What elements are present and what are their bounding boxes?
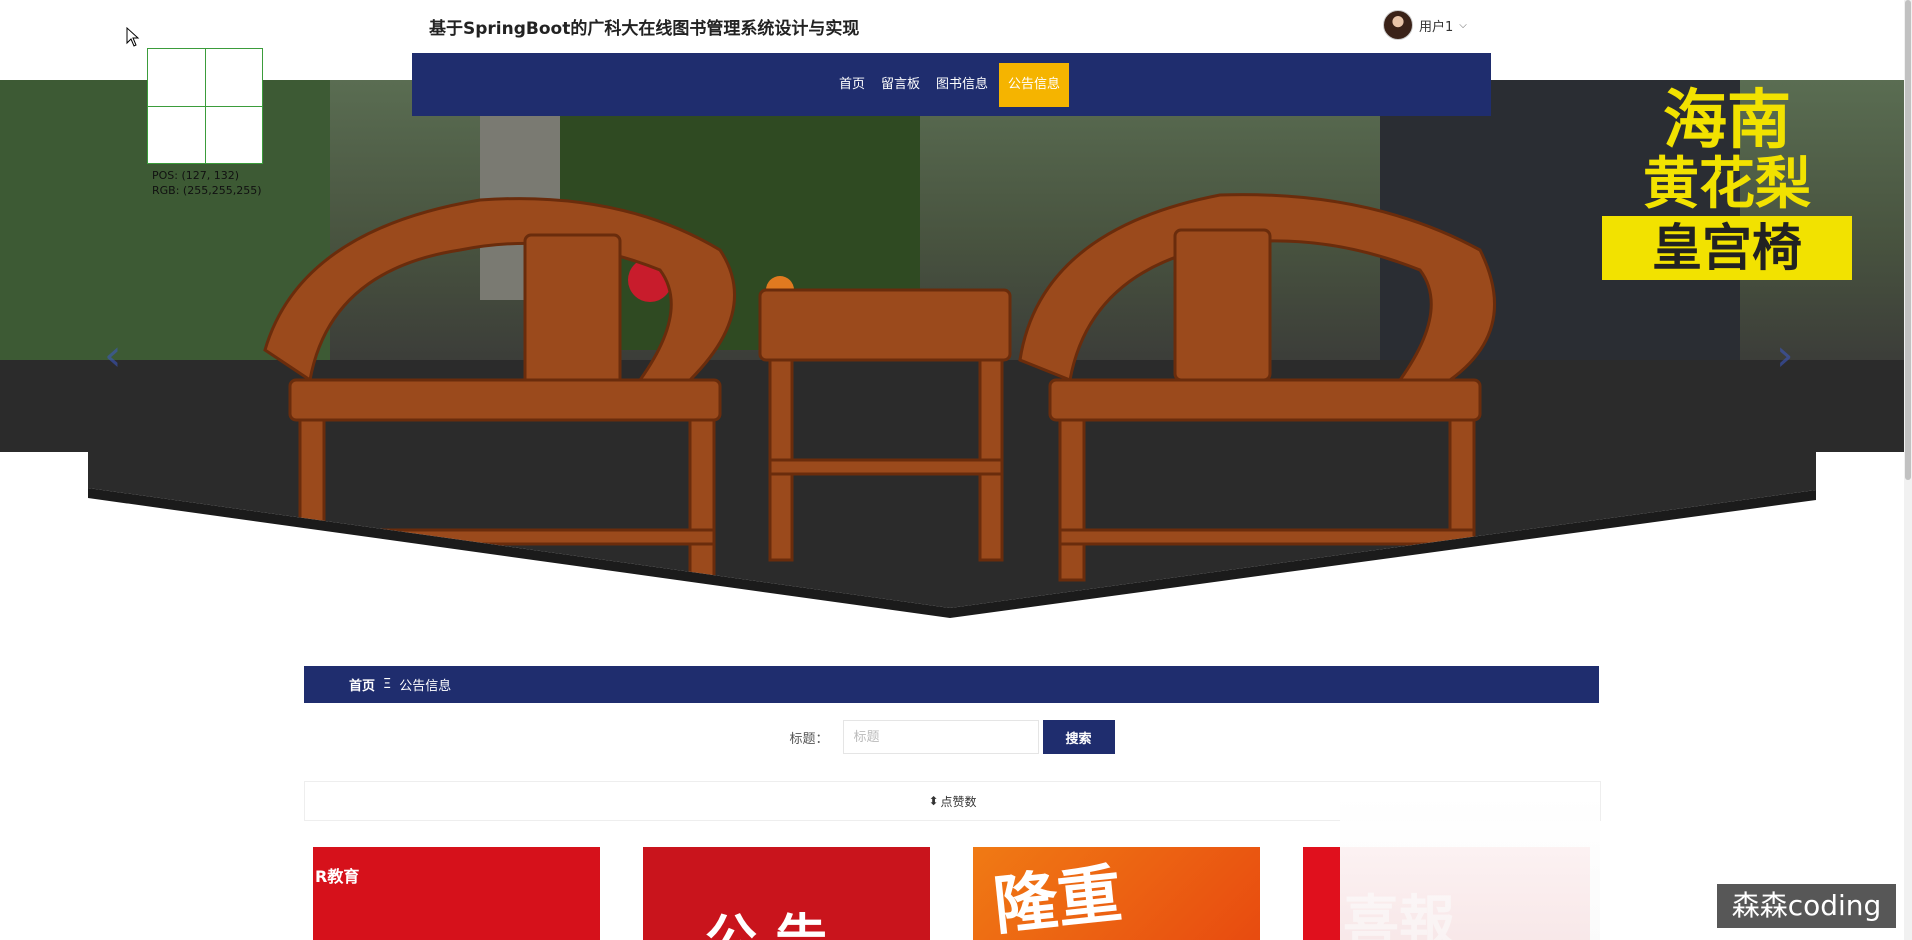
search-input[interactable] bbox=[842, 720, 1039, 754]
sort-label: 点赞数 bbox=[940, 794, 977, 809]
notice-card-1-text: R教育 bbox=[315, 867, 360, 886]
picker-pos: POS: (127, 132) bbox=[152, 169, 240, 182]
notice-card-1[interactable]: R教育 bbox=[313, 847, 600, 940]
nav-item-home[interactable]: 首页 bbox=[834, 63, 870, 107]
crosshair-horizontal bbox=[148, 106, 262, 107]
nav-item-messages[interactable]: 留言板 bbox=[876, 63, 925, 107]
mouse-cursor-icon bbox=[126, 27, 140, 47]
notice-card-3[interactable]: 隆重 bbox=[973, 847, 1260, 940]
chevron-down-icon[interactable]: ⌵ bbox=[1459, 20, 1467, 31]
color-picker-magnifier bbox=[147, 48, 263, 164]
banner-headline: 海南 黄花梨 皇宫椅 bbox=[1602, 86, 1852, 280]
notice-card-2[interactable]: 公 告 bbox=[643, 847, 930, 940]
search-bar: 标题： 搜索 bbox=[0, 720, 1904, 754]
user-menu[interactable]: 用户1 ⌵ bbox=[1383, 10, 1467, 40]
nav-item-notices[interactable]: 公告信息 bbox=[999, 62, 1070, 107]
picker-readout: POS: (127, 132) RGB: (255,255,255) bbox=[152, 168, 261, 198]
banner-line-2: 黄花梨 bbox=[1643, 151, 1811, 217]
scrollbar[interactable] bbox=[1904, 0, 1912, 940]
breadcrumb-separator-icon: Ξ bbox=[383, 677, 392, 692]
user-name[interactable]: 用户1 bbox=[1419, 16, 1453, 35]
breadcrumb: 首页 Ξ 公告信息 bbox=[304, 666, 1599, 703]
picker-rgb: RGB: (255,255,255) bbox=[152, 184, 262, 197]
main-nav: 首页 留言板 图书信息 公告信息 bbox=[412, 53, 1491, 116]
breadcrumb-home[interactable]: 首页 bbox=[349, 675, 375, 694]
nav-item-books[interactable]: 图书信息 bbox=[931, 63, 993, 107]
breadcrumb-current: 公告信息 bbox=[399, 679, 452, 694]
banner-line-3: 皇宫椅 bbox=[1602, 216, 1852, 280]
hero-banner: 海南 黄花梨 皇宫椅 ‹ › bbox=[0, 80, 1904, 620]
chevron-left-icon[interactable]: ‹ bbox=[104, 330, 122, 381]
watermark: 森森coding bbox=[1717, 884, 1896, 928]
sort-icon: ⬍ bbox=[928, 794, 939, 808]
avatar[interactable] bbox=[1383, 10, 1413, 40]
blurred-overlay bbox=[1340, 792, 1600, 940]
chevron-right-icon[interactable]: › bbox=[1776, 330, 1794, 381]
search-button[interactable]: 搜索 bbox=[1042, 720, 1115, 754]
banner-line-1: 海南 bbox=[1663, 83, 1791, 158]
scrollbar-thumb[interactable] bbox=[1905, 0, 1911, 480]
search-label: 标题： bbox=[789, 731, 829, 747]
site-title: 基于SpringBoot的广科大在线图书管理系统设计与实现 bbox=[429, 19, 860, 39]
page: 海南 黄花梨 皇宫椅 ‹ › 基于SpringBoot的广科大在线图书管理系统设… bbox=[0, 0, 1912, 940]
notice-card-3-text: 隆重 bbox=[990, 857, 1126, 940]
notice-card-2-text: 公 告 bbox=[705, 910, 828, 940]
